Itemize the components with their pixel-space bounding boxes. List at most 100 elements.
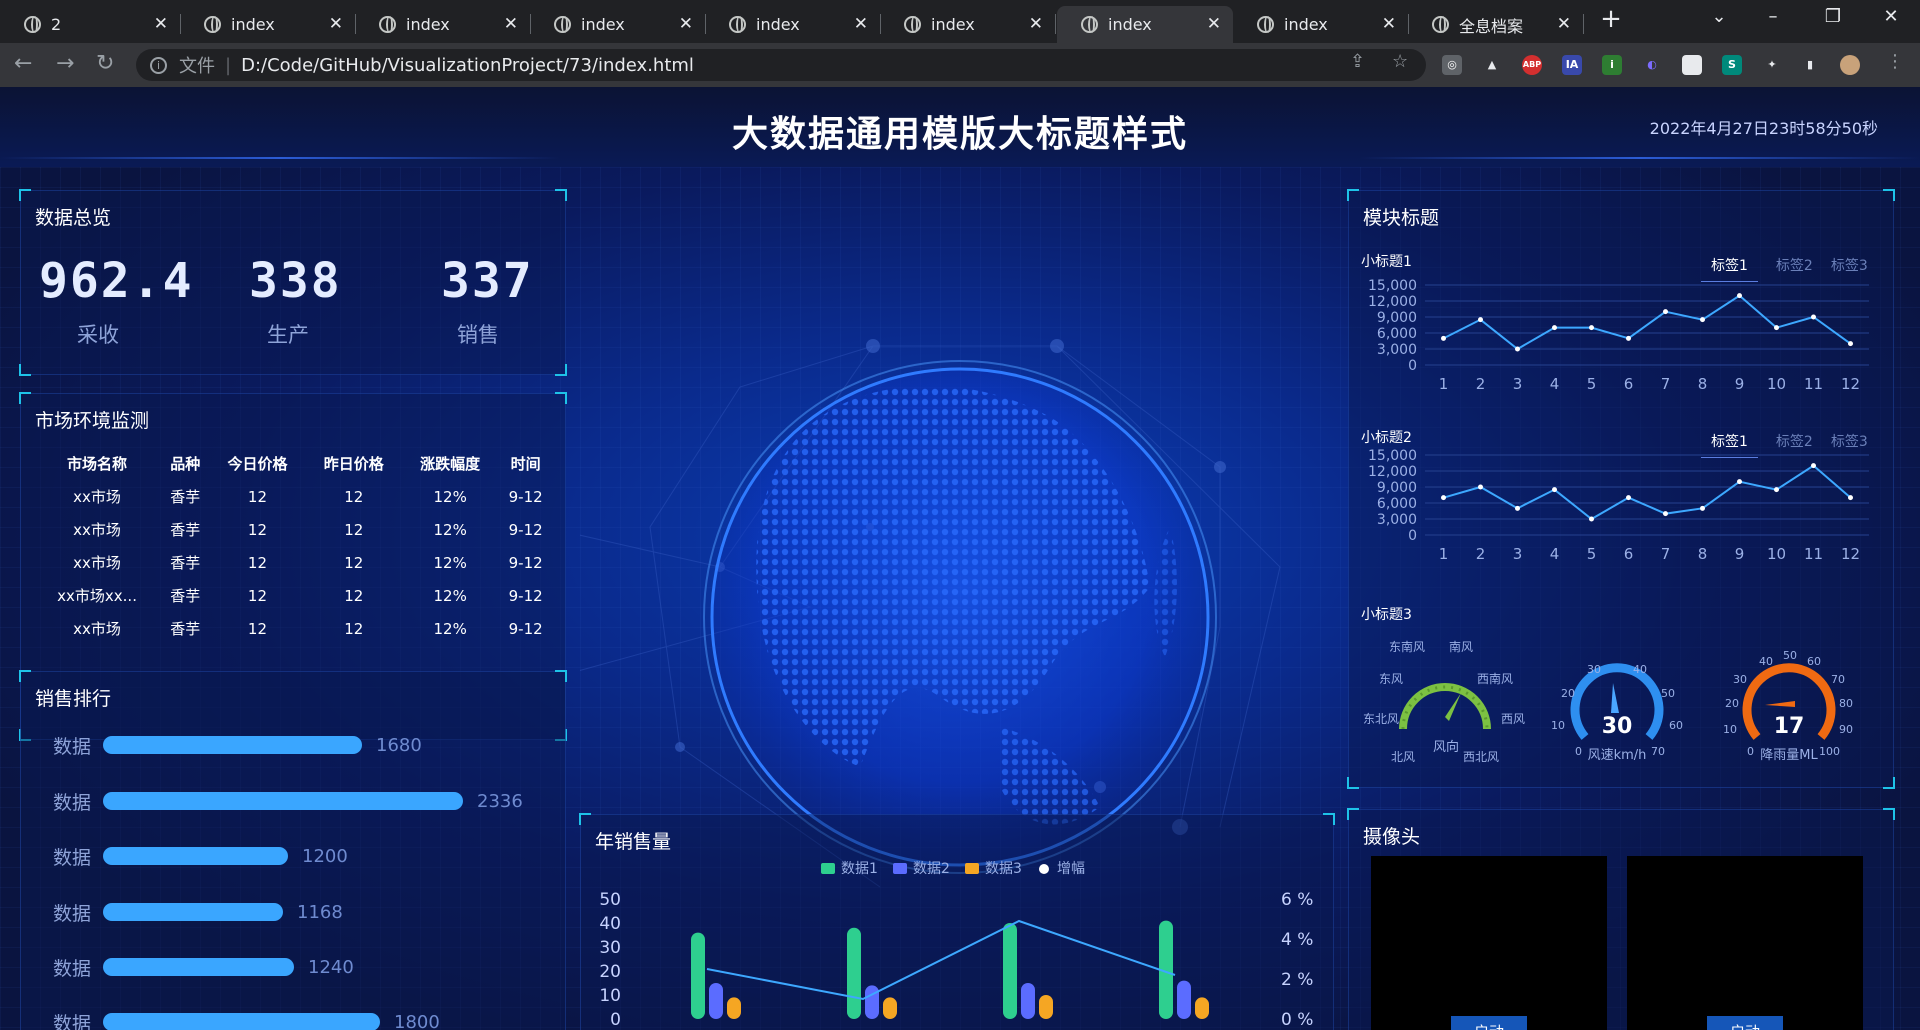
x-tick-label: 3	[1513, 545, 1523, 563]
menu-icon[interactable]: ⋮	[1886, 51, 1904, 72]
bar	[727, 997, 741, 1019]
start-button[interactable]: 启动	[1451, 1016, 1527, 1030]
close-icon[interactable]: ✕	[854, 14, 868, 34]
close-icon[interactable]: ✕	[1207, 14, 1221, 34]
data-point	[1811, 314, 1816, 320]
x-tick-label: 9	[1735, 545, 1745, 563]
column-header: 市场名称	[67, 454, 128, 473]
extension-icon[interactable]: IA	[1562, 55, 1582, 75]
sidepanel-icon[interactable]: ▮	[1800, 55, 1820, 75]
ranking-bar	[103, 903, 283, 921]
x-tick-label: 1	[1439, 375, 1449, 393]
data-point	[1589, 516, 1594, 522]
ranking-bar	[103, 792, 463, 810]
info-icon[interactable]: i	[150, 56, 167, 74]
y-tick-label: 6,000	[1377, 496, 1417, 512]
browser-tab[interactable]: index ✕	[1233, 6, 1409, 43]
address-url[interactable]: D:/Code/GitHub/VisualizationProject/73/i…	[241, 55, 694, 76]
maximize-icon[interactable]: ❐	[1810, 6, 1856, 27]
panel-title: 年销售量	[595, 831, 672, 853]
browser-tab[interactable]: index ✕	[530, 6, 706, 43]
y-tick-label: 6,000	[1377, 326, 1417, 342]
line-chart-1: 15,00012,0009,0006,0003,00001 2 3 4 5 6 7 8 9 10 1…	[1368, 278, 1869, 393]
avatar[interactable]	[1840, 55, 1860, 75]
data-point	[1515, 346, 1520, 352]
address-bar[interactable]: i 文件 | D:/Code/GitHub/VisualizationProje…	[136, 49, 1426, 81]
close-icon[interactable]: ✕	[1557, 14, 1571, 34]
y-tick-label: 3,000	[1377, 512, 1417, 528]
close-icon[interactable]: ✕	[1029, 14, 1043, 34]
data-point	[1626, 335, 1631, 341]
svg-text:70: 70	[1831, 673, 1845, 686]
data-point	[1663, 511, 1668, 517]
stat-value: 338	[249, 253, 342, 309]
extension-icon[interactable]: i	[1602, 55, 1622, 75]
extension-icon[interactable]: S	[1722, 55, 1742, 75]
y-tick-label: 9,000	[1377, 480, 1417, 496]
y-tick-label: 0	[610, 1010, 621, 1030]
extension-icon[interactable]: ◎	[1442, 55, 1462, 75]
y-tick-label: 2 %	[1281, 970, 1313, 990]
browser-tab[interactable]: index ✕	[705, 6, 881, 43]
x-tick-label: 11	[1804, 375, 1823, 393]
extension-icon[interactable]	[1682, 55, 1702, 75]
browser-tab[interactable]: index ✕	[880, 6, 1056, 43]
start-button[interactable]: 启动	[1707, 1016, 1783, 1030]
close-icon[interactable]: ✕	[329, 14, 343, 34]
svg-text:60: 60	[1807, 655, 1821, 668]
close-icon[interactable]: ✕	[679, 14, 693, 34]
globe-icon	[204, 16, 221, 33]
ranking-bar	[103, 958, 294, 976]
share-icon[interactable]: ⇪	[1350, 51, 1365, 72]
y-tick-label: 9,000	[1377, 310, 1417, 326]
tab-search-icon[interactable]: ⌄	[1696, 6, 1742, 27]
browser-toolbar: ← → ↻ i 文件 | D:/Code/GitHub/Visualizatio…	[0, 43, 1920, 87]
bookmark-star-icon[interactable]: ☆	[1392, 51, 1408, 72]
extension-icon[interactable]: ◐	[1642, 55, 1662, 75]
puzzle-icon[interactable]: ✦	[1762, 55, 1782, 75]
close-icon[interactable]: ✕	[504, 14, 518, 34]
column-header: 涨跌幅度	[420, 454, 481, 473]
bar	[1195, 997, 1209, 1019]
stat-label: 采收	[77, 323, 119, 347]
close-icon[interactable]: ✕	[154, 14, 168, 34]
browser-tab[interactable]: 全息档案 ✕	[1408, 6, 1584, 43]
x-tick-label: 2	[1476, 375, 1486, 393]
browser-tab-active[interactable]: index ✕	[1057, 6, 1233, 43]
wind-direction-gauge: 东南风 南风 东风 西南风 东北风 西风 北风 西北风 风向	[1363, 639, 1525, 764]
x-tick-label: 2	[1476, 545, 1486, 563]
globe-icon	[1081, 16, 1098, 33]
data-point	[1774, 325, 1779, 331]
window-close-icon[interactable]: ✕	[1868, 6, 1914, 27]
new-tab-button[interactable]: +	[1588, 4, 1634, 34]
camera-feed: 启动	[1627, 856, 1863, 1030]
ranking-item: 数据 1168	[53, 901, 343, 925]
dir-label: 西风	[1501, 712, 1525, 726]
y-tick-label: 50	[599, 890, 621, 910]
close-icon[interactable]: ✕	[1382, 14, 1396, 34]
x-tick-label: 10	[1767, 375, 1786, 393]
y-tick-label: 6 %	[1281, 890, 1313, 910]
adblock-icon[interactable]: ABP	[1522, 55, 1542, 75]
bar	[865, 985, 879, 1019]
data-point	[1552, 487, 1557, 493]
camera-feed: 启动	[1371, 856, 1607, 1030]
browser-tab[interactable]: index ✕	[355, 6, 531, 43]
extension-icon[interactable]: ▲	[1482, 55, 1502, 75]
market-table: 市场名称 品种 今日价格 昨日价格 涨跌幅度 时间 xx市场 香芋 12 12 12% 9…	[33, 446, 553, 645]
overview-panel: 数据总览 962.4 采收 338 生产 337 销售	[19, 189, 567, 376]
forward-icon[interactable]: →	[56, 51, 74, 76]
svg-text:70: 70	[1651, 745, 1665, 758]
x-tick-label: 8	[1698, 545, 1708, 563]
bar	[709, 983, 723, 1019]
browser-tab[interactable]: index ✕	[180, 6, 356, 43]
reload-icon[interactable]: ↻	[96, 51, 114, 76]
back-icon[interactable]: ←	[14, 51, 32, 76]
minimize-icon[interactable]: –	[1750, 6, 1796, 27]
bar	[1021, 983, 1035, 1019]
y-tick-label: 15,000	[1368, 278, 1417, 294]
gauges: 东南风 南风 东风 西南风 东北风 西风 北风 西北风 风向 30 风速km/h…	[1363, 639, 1853, 764]
panel-title: 模块标题	[1363, 207, 1440, 229]
legend-label: 数据2	[913, 861, 950, 877]
browser-tab[interactable]: 2 ✕	[0, 6, 181, 43]
